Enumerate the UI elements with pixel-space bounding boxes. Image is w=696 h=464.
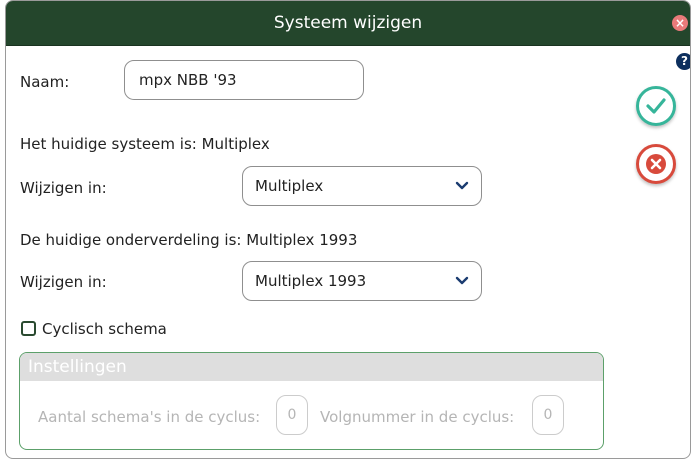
chevron-down-icon bbox=[455, 181, 469, 190]
system-change-dialog: Systeem wijzigen × ? Naam: Het huidige s… bbox=[5, 0, 691, 459]
name-input[interactable] bbox=[124, 60, 364, 100]
name-label: Naam: bbox=[20, 73, 70, 91]
dialog-title: Systeem wijzigen bbox=[273, 13, 423, 33]
current-subdivision-text: De huidige onderverdeling is: Multiplex … bbox=[20, 231, 358, 249]
cycle-number-input: 0 bbox=[532, 395, 564, 435]
subdivision-select-value: Multiplex 1993 bbox=[255, 272, 367, 290]
settings-header: Instellingen bbox=[20, 353, 603, 381]
chevron-down-icon bbox=[455, 276, 469, 285]
cancel-icon bbox=[646, 154, 666, 174]
system-select-value: Multiplex bbox=[255, 177, 324, 195]
close-icon[interactable]: × bbox=[672, 15, 688, 31]
system-select[interactable]: Multiplex bbox=[242, 166, 482, 206]
change-to-label-system: Wijzigen in: bbox=[20, 179, 107, 197]
cyclic-checkbox[interactable] bbox=[21, 321, 36, 336]
dialog-titlebar: Systeem wijzigen × bbox=[6, 1, 690, 46]
cycle-count-label: Aantal schema's in de cyclus: bbox=[38, 408, 261, 426]
check-icon bbox=[646, 98, 666, 114]
settings-fieldset: Instellingen Aantal schema's in de cyclu… bbox=[19, 352, 604, 450]
confirm-button[interactable] bbox=[636, 86, 676, 126]
cycle-count-input: 0 bbox=[276, 395, 308, 435]
help-icon[interactable]: ? bbox=[676, 53, 690, 70]
subdivision-select[interactable]: Multiplex 1993 bbox=[242, 261, 482, 301]
cycle-number-label: Volgnummer in de cyclus: bbox=[320, 408, 515, 426]
cyclic-checkbox-label[interactable]: Cyclisch schema bbox=[42, 320, 167, 338]
change-to-label-subdivision: Wijzigen in: bbox=[20, 273, 107, 291]
current-system-text: Het huidige systeem is: Multiplex bbox=[20, 135, 270, 153]
cancel-button[interactable] bbox=[636, 144, 676, 184]
